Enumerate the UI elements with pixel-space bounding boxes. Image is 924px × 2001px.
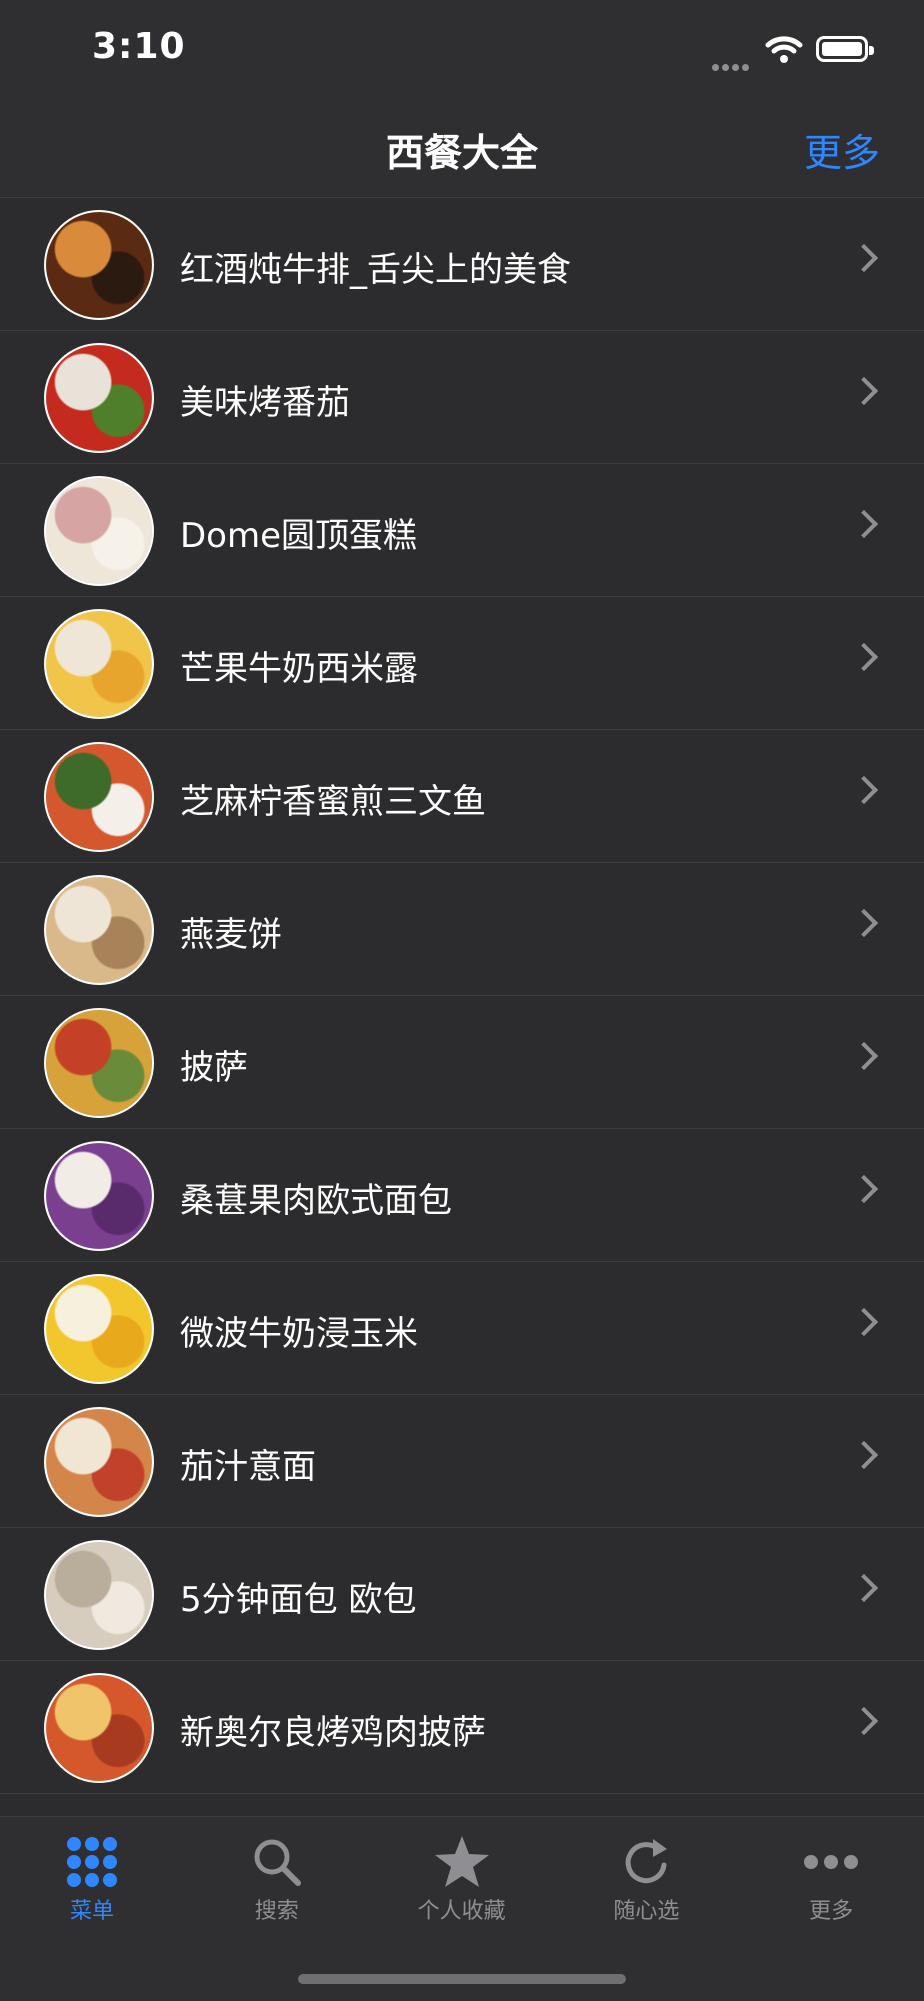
list-item[interactable]: 美味烤番茄: [0, 331, 924, 464]
tab-label: 个人收藏: [417, 1899, 506, 1924]
recipe-thumbnail: [44, 343, 154, 453]
recipe-thumbnail: [44, 1540, 154, 1650]
chevron-right-icon: [849, 642, 879, 672]
home-indicator: [298, 1974, 626, 1984]
recipe-thumbnail: [44, 1407, 154, 1517]
recipe-title: 新奥尔良烤鸡肉披萨: [180, 1713, 486, 1753]
recipe-title: 茄汁意面: [180, 1447, 316, 1487]
recipe-thumbnail: [44, 476, 154, 586]
list-item[interactable]: 新奥尔良烤鸡肉披萨: [0, 1661, 924, 1794]
chevron-right-icon: [849, 1174, 879, 1204]
chevron-right-icon: [849, 1041, 879, 1071]
star-icon: [370, 1833, 554, 1891]
list-item[interactable]: 披萨: [0, 996, 924, 1129]
search-icon: [185, 1833, 369, 1891]
navigation-bar: 西餐大全 更多: [0, 100, 924, 198]
tab-search[interactable]: 搜索: [185, 1833, 369, 1924]
chevron-right-icon: [849, 775, 879, 805]
list-item[interactable]: 红酒炖牛排_舌尖上的美食: [0, 198, 924, 331]
recipe-title: 芒果牛奶西米露: [180, 649, 418, 689]
recipe-list: 红酒炖牛排_舌尖上的美食 美味烤番茄 Dome圆顶蛋糕 芒果牛奶西米露芝麻柠香蜜煎三文…: [0, 198, 924, 1794]
list-item[interactable]: 燕麦饼: [0, 863, 924, 996]
recipe-title: 芝麻柠香蜜煎三文鱼: [180, 782, 486, 822]
recipe-title: 微波牛奶浸玉米: [180, 1314, 418, 1354]
list-item[interactable]: 5分钟面包 欧包: [0, 1528, 924, 1661]
list-item[interactable]: 微波牛奶浸玉米: [0, 1262, 924, 1395]
recipe-thumbnail: [44, 742, 154, 852]
recipe-thumbnail: [44, 1274, 154, 1384]
recipe-title: 披萨: [180, 1048, 248, 1088]
more-button[interactable]: 更多: [804, 122, 880, 177]
recipe-title: 5分钟面包 欧包: [180, 1580, 417, 1620]
tab-menu[interactable]: 菜单: [0, 1833, 184, 1924]
tab-label: 搜索: [254, 1899, 299, 1924]
chevron-right-icon: [849, 908, 879, 938]
page-title: 西餐大全: [385, 131, 538, 175]
tab-label: 随心选: [613, 1899, 680, 1924]
recipe-title: 桑葚果肉欧式面包: [180, 1181, 452, 1221]
list-item[interactable]: 芒果牛奶西米露: [0, 597, 924, 730]
recipe-thumbnail: [44, 210, 154, 320]
signal-icon: [712, 56, 756, 71]
chevron-right-icon: [849, 1440, 879, 1470]
tab-label: 更多: [809, 1899, 854, 1924]
tab-label: 菜单: [69, 1899, 114, 1924]
list-item[interactable]: 茄汁意面: [0, 1395, 924, 1528]
tab-favorites[interactable]: 个人收藏: [370, 1833, 554, 1924]
recipe-title: 美味烤番茄: [180, 383, 350, 423]
recipe-title: 燕麦饼: [180, 915, 282, 955]
recipe-thumbnail: [44, 1141, 154, 1251]
wifi-icon: [764, 34, 804, 68]
chevron-right-icon: [849, 1307, 879, 1337]
list-item[interactable]: Dome圆顶蛋糕: [0, 464, 924, 597]
recipe-thumbnail: [44, 1673, 154, 1783]
chevron-right-icon: [849, 376, 879, 406]
recipe-thumbnail: [44, 609, 154, 719]
status-bar: 3:10: [0, 0, 924, 100]
refresh-icon: [554, 1833, 738, 1891]
list-item[interactable]: 芝麻柠香蜜煎三文鱼: [0, 730, 924, 863]
list-item[interactable]: 桑葚果肉欧式面包: [0, 1129, 924, 1262]
chevron-right-icon: [849, 1573, 879, 1603]
recipe-thumbnail: [44, 1008, 154, 1118]
recipe-thumbnail: [44, 875, 154, 985]
chevron-right-icon: [849, 1706, 879, 1736]
battery-icon: [816, 36, 874, 62]
chevron-right-icon: [849, 509, 879, 539]
status-time: 3:10: [92, 26, 186, 67]
tab-random[interactable]: 随心选: [554, 1833, 738, 1924]
more-dots-icon: [739, 1833, 923, 1891]
chevron-right-icon: [849, 243, 879, 273]
grid-icon: [0, 1833, 184, 1891]
recipe-title: 红酒炖牛排_舌尖上的美食: [180, 250, 571, 290]
tab-more[interactable]: 更多: [739, 1833, 923, 1924]
recipe-title: Dome圆顶蛋糕: [180, 516, 418, 556]
